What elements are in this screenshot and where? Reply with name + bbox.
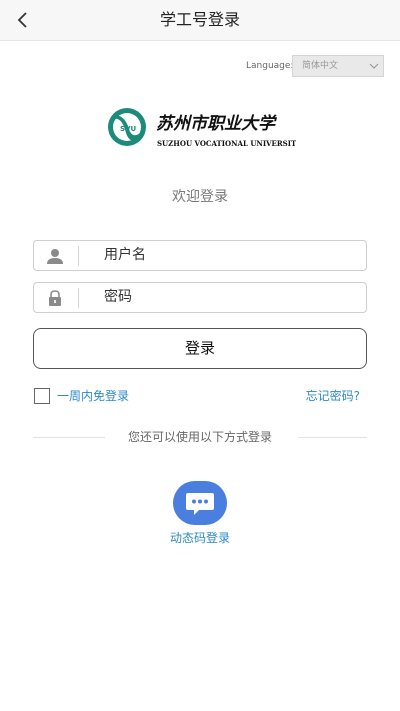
login-button[interactable]: 登录 bbox=[33, 328, 367, 369]
sms-login-button[interactable] bbox=[173, 481, 227, 525]
other-methods-text: 您还可以使用以下方式登录 bbox=[127, 430, 272, 444]
university-logo: SVU 苏州市职业大学 SUZHOU VOCATIONAL UNIVERSITY bbox=[100, 93, 302, 163]
svg-text:SUZHOU VOCATIONAL UNIVERSITY: SUZHOU VOCATIONAL UNIVERSITY bbox=[157, 139, 296, 148]
field-divider bbox=[78, 246, 79, 266]
field-divider bbox=[78, 288, 79, 308]
sms-login-label[interactable]: 动态码登录 bbox=[0, 529, 400, 546]
forgot-password-link[interactable]: 忘记密码? bbox=[306, 388, 360, 404]
chevron-down-icon bbox=[369, 63, 379, 69]
username-input[interactable]: 用户名 bbox=[104, 241, 146, 270]
welcome-text: 欢迎登录 bbox=[172, 189, 228, 205]
chat-bubble-icon bbox=[186, 493, 214, 515]
username-field[interactable]: 用户名 bbox=[33, 240, 367, 271]
password-field[interactable]: 密码 bbox=[33, 282, 367, 313]
svg-text:苏州市职业大学: 苏州市职业大学 bbox=[156, 114, 278, 134]
remember-checkbox[interactable] bbox=[34, 388, 50, 404]
header-bar: 学工号登录 bbox=[0, 0, 400, 41]
remember-label[interactable]: 一周内免登录 bbox=[57, 388, 129, 404]
language-label: Language: bbox=[246, 61, 294, 71]
language-selected: 简体中文 bbox=[302, 61, 339, 71]
svg-text:SVU: SVU bbox=[120, 125, 136, 133]
lock-icon bbox=[49, 290, 61, 306]
language-select[interactable]: 简体中文 bbox=[292, 55, 384, 77]
password-input[interactable]: 密码 bbox=[104, 283, 132, 312]
user-icon bbox=[47, 249, 63, 264]
page-title: 学工号登录 bbox=[159, 10, 240, 29]
logo-emblem-icon: SVU 苏州市职业大学 SUZHOU VOCATIONAL UNIVERSITY bbox=[108, 108, 302, 148]
